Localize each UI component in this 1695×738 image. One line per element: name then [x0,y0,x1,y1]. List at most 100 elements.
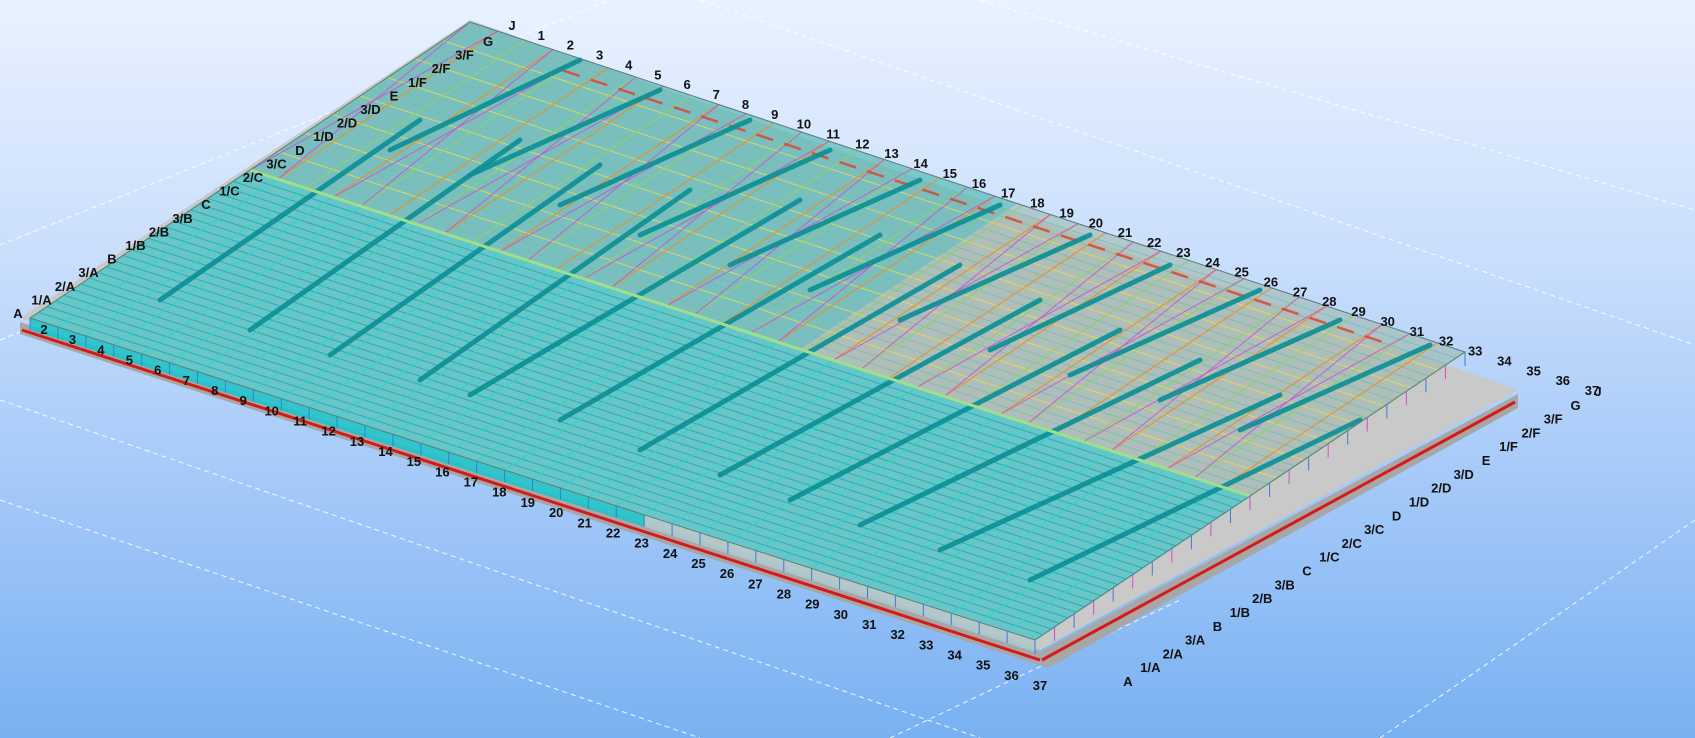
grid-number-back: 31 [1410,324,1424,339]
grid-number-back: 12 [855,136,869,151]
grid-number-front: 37 [1033,678,1047,693]
grid-number-back: 15 [943,166,957,181]
grid-number-front: 13 [350,434,364,449]
grid-letter-right: C [1302,564,1312,579]
grid-letter-right: 3/A [1185,633,1206,648]
grid-letter-right: 1/B [1230,605,1250,620]
grid-number-front: 6 [154,363,161,378]
grid-letter-right: G [1571,398,1581,413]
grid-letter-left: E [390,88,399,103]
grid-number-front: 16 [435,464,449,479]
grid-letter-left: 2/D [337,116,357,131]
grid-letter-left: 1/A [31,292,52,307]
grid-number-back: 32 [1439,334,1453,349]
grid-number-front: 22 [606,525,620,540]
grid-number-back: 29 [1351,304,1365,319]
grid-number-front: 31 [862,617,876,632]
grid-letter-left: 1/D [313,129,333,144]
grid-number-back: 22 [1147,235,1161,250]
grid-letter-left: 3/F [455,48,474,63]
grid-number-front: 9 [240,393,247,408]
grid-number-back: 33 [1468,344,1482,359]
grid-number-front: 11 [293,414,307,429]
model-3d-viewport[interactable]: 2 3 4 5 6 7 8 9 10 11 12 13 14 15 16 17 18 19 20 21 22 23 24 25… [0,0,1695,738]
grid-letter-left: 3/A [78,265,99,280]
grid-letter-right: 3/F [1544,412,1563,427]
grid-number-back: 10 [797,117,811,132]
grid-letter-right: 1/A [1140,660,1161,675]
grid-letter-left: B [107,252,116,267]
grid-number-front: 33 [919,637,933,652]
grid-number-front: 18 [492,485,506,500]
grid-number-back: 3 [596,48,603,63]
reference-line [1379,519,1695,738]
grid-number-front: 36 [1004,668,1018,683]
grid-number-back: 2 [567,38,574,53]
grid-number-back: 17 [1001,186,1015,201]
grid-number-back: 5 [654,67,661,82]
grid-letter-right: E [1482,453,1491,468]
grid-number-back: 7 [713,87,720,102]
grid-number-back: 23 [1176,245,1190,260]
grid-letter-left: 1/F [408,75,427,90]
grid-number-front: 35 [976,658,990,673]
grid-number-front: 12 [321,424,335,439]
grid-number-front: 21 [577,515,591,530]
grid-number-front: 26 [720,566,734,581]
grid-number-front: 28 [777,587,791,602]
grid-number-back: 34 [1497,353,1512,368]
grid-number-back: 27 [1293,284,1307,299]
grid-letter-right: 2/F [1522,425,1541,440]
grid-letter-right: 2/B [1252,591,1272,606]
reference-line [979,0,1695,211]
grid-number-back: 36 [1556,373,1570,388]
grid-number-front: 27 [748,576,762,591]
grid-letter-left: 2/C [243,170,264,185]
grid-number-back: 28 [1322,294,1336,309]
grid-letter-right: B [1213,619,1222,634]
grid-number-front: 14 [378,444,393,459]
grid-number-front: 10 [264,403,278,418]
grid-letter-left: 3/C [266,156,287,171]
grid-letter-right: 3/C [1364,522,1385,537]
grid-letter-left: 2/F [432,61,451,76]
grid-letter-right: 3/D [1454,467,1474,482]
grid-number-back: 8 [742,97,749,112]
grid-number-back: 35 [1526,363,1540,378]
grid-number-front: 3 [69,332,76,347]
grid-letter-left: 2/A [55,279,76,294]
reference-line [0,499,701,738]
grid-number-front: 17 [464,475,478,490]
grid-letter-right: 1/D [1409,495,1429,510]
grid-number-front: 4 [97,342,105,357]
grid-number-front: 15 [407,454,421,469]
grid-letter-left: D [295,143,304,158]
grid-number-back: 18 [1030,196,1044,211]
grid-letter-right: 1/F [1499,439,1518,454]
grid-letter-right: J [1594,384,1601,399]
grid-number-back: 4 [625,58,633,73]
grid-number-back: 9 [771,107,778,122]
grid-letter-left: A [13,306,23,321]
grid-letter-left: G [483,34,493,49]
grid-letter-left: 3/D [360,102,380,117]
grid-number-back: 30 [1380,314,1394,329]
grid-number-back: J [508,18,515,33]
grid-number-front: 7 [183,373,190,388]
grid-number-back: 11 [826,127,840,142]
grid-letter-right: 1/C [1319,550,1340,565]
grid-number-back: 13 [884,146,898,161]
grid-letter-right: 2/C [1342,536,1363,551]
grid-letter-right: A [1123,674,1133,689]
grid-number-front: 19 [521,495,535,510]
grid-letter-right: 2/D [1431,481,1451,496]
grid-number-front: 25 [691,556,705,571]
grid-number-front: 2 [40,322,47,337]
grid-letter-right: 3/B [1275,577,1295,592]
grid-number-back: 14 [913,156,928,171]
grid-number-front: 5 [126,353,133,368]
grid-letter-right: D [1392,508,1401,523]
structural-model[interactable]: 2345678910111213141516171819202122232425… [0,0,1695,738]
grid-number-back: 19 [1059,205,1073,220]
grid-letter-right: 2/A [1163,646,1184,661]
